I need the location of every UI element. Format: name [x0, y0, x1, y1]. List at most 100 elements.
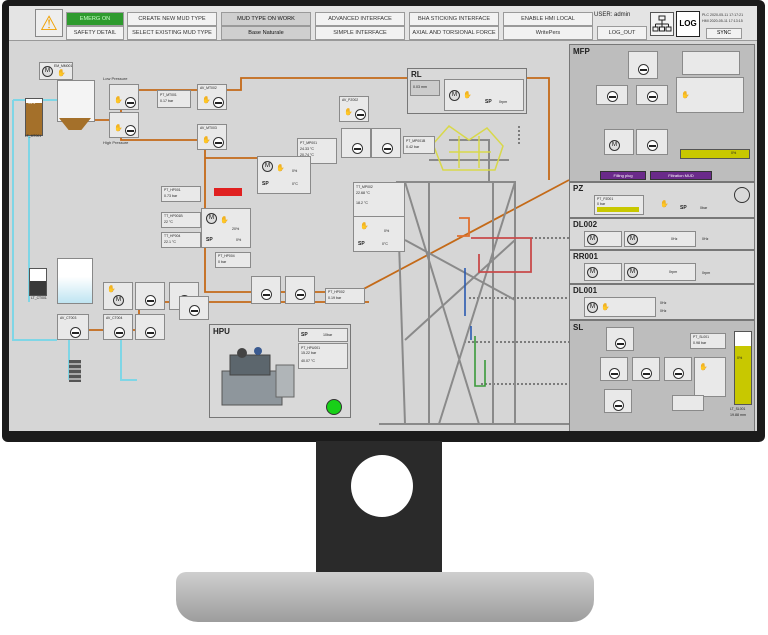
av-ct004-box[interactable]: AV_CT004: [103, 314, 133, 340]
sl-valve-box-5[interactable]: [604, 389, 632, 413]
av-ct003-box[interactable]: AV_CT003: [57, 314, 89, 340]
dm-mp001b-box[interactable]: [371, 128, 401, 158]
rl-sp-value[interactable]: 0rpm: [499, 100, 507, 104]
av-valve-box-1[interactable]: ✋: [109, 84, 139, 110]
simple-interface-button[interactable]: SIMPLE INTERFACE: [315, 26, 405, 40]
valve-box-d[interactable]: [285, 276, 315, 304]
av-pz002-box[interactable]: AV_PZ002 ✋: [339, 96, 369, 122]
advanced-interface-button[interactable]: ADVANCED INTERFACE: [315, 12, 405, 26]
axial-torsional-force-button[interactable]: AXIAL AND TORSIONAL FORCE: [409, 26, 499, 40]
av-mt003-tag: AV_MT003: [200, 126, 217, 130]
pt-sl001-value: 0.98 bar: [693, 341, 707, 345]
emerg-button[interactable]: EMERG ON: [66, 12, 124, 26]
safety-detail-button[interactable]: SAFETY DETAIL: [66, 26, 124, 40]
em-mm001-tag: EM_MM001: [54, 64, 73, 68]
select-mud-type-button[interactable]: SELECT EXISTING MUD TYPE: [127, 26, 217, 40]
pt-sl001-tag: PT_SL001: [693, 335, 710, 339]
hp-motor-controller[interactable]: M ✋ 20% SP 0%: [201, 208, 251, 248]
sl-valve-box-3[interactable]: [632, 357, 660, 381]
valve-icon: [609, 368, 620, 379]
mud-type-on-work-button[interactable]: MUD TYPE ON WORK: [221, 12, 311, 26]
lt-sl001-tag: LT_SL001: [730, 407, 746, 411]
sl-valve-box-2[interactable]: [600, 357, 628, 381]
mfp-pump-box[interactable]: ✋: [676, 77, 744, 113]
av-mt003-box[interactable]: AV_MT003 ✋: [197, 124, 227, 150]
rl-motor-box[interactable]: M ✋ SP 0rpm: [444, 79, 524, 111]
filtration-mud-button[interactable]: Filtration MUD: [650, 171, 712, 180]
pz-sp-label: SP: [680, 205, 687, 211]
logout-button[interactable]: LOG_OUT: [597, 26, 647, 40]
av-valve-box-2[interactable]: ✋: [109, 112, 139, 138]
pt-mt001-tag: PT_MT001: [160, 93, 177, 97]
create-mud-type-button[interactable]: CREATE NEW MUD TYPE: [127, 12, 217, 26]
alarm-indicator: [214, 188, 242, 196]
hp-motor-pct: 20%: [232, 227, 240, 231]
valve-box-c[interactable]: [251, 276, 281, 304]
pt-pz001-tag: PT_PZ001: [597, 197, 614, 201]
pz-sp-value[interactable]: 0bar: [700, 206, 707, 210]
bha-sticking-interface-button[interactable]: BHA STICKING INTERFACE: [409, 12, 499, 26]
hpu-sp-box[interactable]: SP 10bar: [298, 328, 348, 342]
dl002-motor-2[interactable]: M 0Hz: [624, 231, 696, 247]
valve-icon: [261, 289, 272, 300]
valve-box-a[interactable]: [135, 282, 165, 310]
dm-mp001a-box[interactable]: [341, 128, 371, 158]
water-level-gauge: [29, 268, 47, 296]
valve-box-e[interactable]: [135, 314, 165, 340]
motor-controller-2[interactable]: ✋ 0% SP 0°C: [353, 216, 405, 252]
valve-icon: [295, 289, 306, 300]
dl002-motor-1[interactable]: M: [584, 231, 622, 247]
pz-indicator: [734, 187, 750, 203]
hp-motor-sp-value[interactable]: 0%: [236, 238, 241, 242]
mfp-valve-box-4[interactable]: [636, 129, 668, 155]
valve-icon: [613, 400, 624, 411]
dl001-motor[interactable]: M ✋: [584, 297, 656, 317]
dl002-title: DL002: [573, 220, 598, 229]
rr001-motor-1[interactable]: M: [584, 263, 622, 281]
warning-icon[interactable]: ⚠: [35, 9, 63, 37]
controller-2-sp-value[interactable]: 0°C: [382, 242, 388, 246]
rr001-motor-2[interactable]: M 0rpm: [624, 263, 696, 281]
manual-hand-icon: ✋: [114, 97, 123, 104]
controller-1-sp-value[interactable]: 0°C: [292, 182, 298, 186]
hpu-status-led: [326, 399, 342, 415]
mud-type-value[interactable]: Base Naturale: [221, 26, 311, 40]
sl-valve-box-1[interactable]: [606, 327, 634, 351]
dl001-panel: DL001 M ✋ 0Hz 0Hz: [569, 284, 755, 320]
pt-hp002-tag: PT_HP002: [328, 290, 345, 294]
motor-icon: M: [627, 234, 638, 245]
av-ct003-tag: AV_CT003: [60, 316, 77, 320]
manual-hand-icon: ✋: [601, 304, 610, 311]
sync-button[interactable]: SYNC: [706, 28, 742, 39]
motor-icon: M: [206, 213, 217, 224]
manual-hand-icon: ✋: [220, 217, 229, 224]
valve-box-f[interactable]: [179, 296, 209, 320]
sl-level-gauge: 0%: [734, 331, 752, 405]
valve-icon: [607, 91, 618, 102]
mfp-valve-box-3[interactable]: [636, 85, 668, 105]
mfp-motor-box[interactable]: M: [604, 129, 634, 155]
motor-controller-1[interactable]: M ✋ 0% SP 0°C: [257, 156, 311, 194]
mfp-valve-box-1[interactable]: [628, 51, 658, 79]
user-label: USER: admin: [594, 12, 631, 18]
pt-mt001-value: 0.17 bar: [160, 99, 174, 103]
rr001-panel: RR001 M M 0rpm 0rpm: [569, 250, 755, 284]
sl-pump-box[interactable]: ✋: [694, 357, 726, 397]
em-mm001-box[interactable]: M EM_MM001 ✋: [39, 62, 73, 80]
writepers-button[interactable]: WritePers: [503, 26, 593, 40]
pz-box[interactable]: PT_PZ001 0 bar: [594, 195, 644, 215]
valve-icon: [125, 125, 136, 136]
pump-box-1[interactable]: M ✋: [103, 282, 133, 310]
filling-plug-button[interactable]: Filling plug: [600, 171, 646, 180]
dl002-value-a: 0Hz: [671, 237, 678, 241]
tt-mp002b-value: 18.2 °C: [356, 201, 369, 205]
av-mt002-tag: AV_MT002: [200, 86, 217, 90]
controller-2-pct: 0%: [384, 229, 390, 233]
av-mt002-box[interactable]: AV_MT002 ✋: [197, 84, 227, 110]
enable-hmi-local-button[interactable]: ENABLE HMI LOCAL: [503, 12, 593, 26]
sl-valve-box-4[interactable]: [664, 357, 692, 381]
log-icon[interactable]: LOG: [676, 11, 700, 37]
hmi-version: HMI 2020-05-11 17:13:15: [702, 19, 743, 23]
mfp-valve-box-2[interactable]: [596, 85, 628, 105]
network-icon[interactable]: [650, 12, 674, 36]
